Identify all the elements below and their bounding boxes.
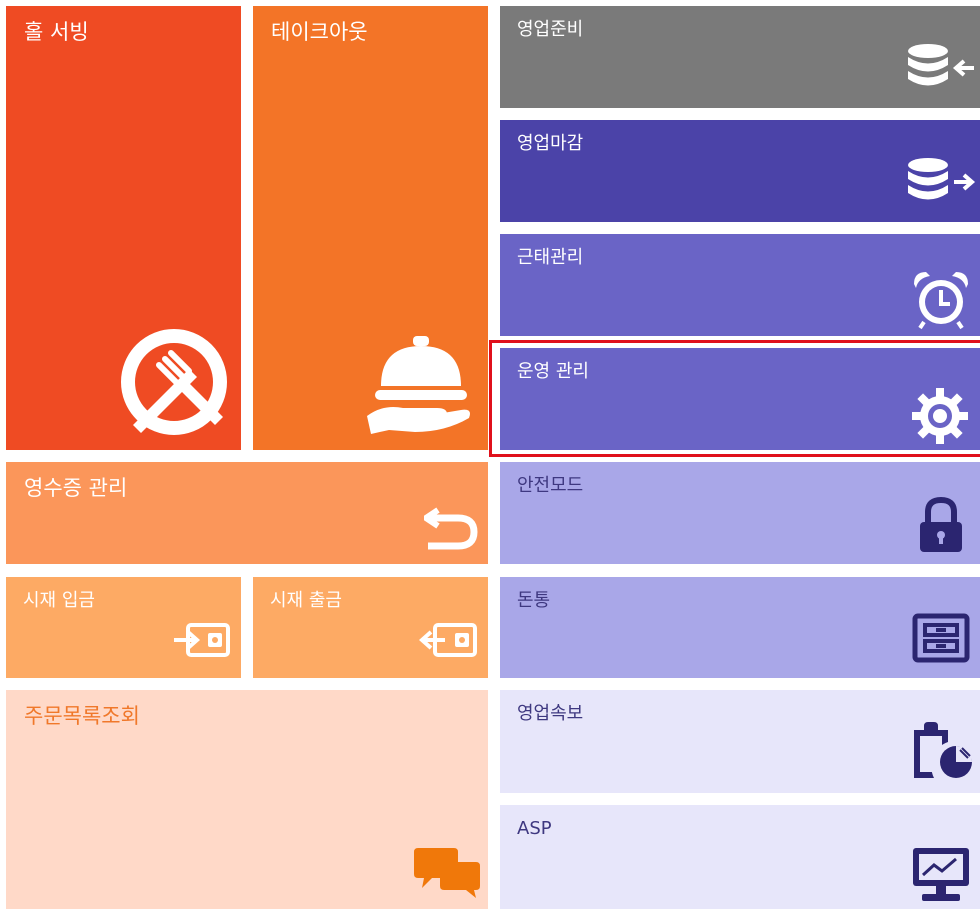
tile-safe-mode[interactable]: 안전모드 — [500, 462, 980, 564]
tile-label: 영업마감 — [517, 133, 584, 154]
tile-operations-management[interactable]: 운영 관리 — [500, 348, 980, 450]
padlock-icon — [920, 496, 962, 552]
tile-label: 운영 관리 — [517, 361, 589, 382]
tile-order-list[interactable]: 주문목록조회 — [6, 690, 488, 909]
database-in-icon — [908, 44, 974, 86]
wallet-in-icon — [174, 623, 230, 657]
tile-label: ASP — [517, 818, 552, 839]
tile-label: 시재 입금 — [23, 590, 95, 611]
tile-business-close[interactable]: 영업마감 — [500, 120, 980, 222]
tile-cash-drawer[interactable]: 돈통 — [500, 577, 980, 678]
alarm-clock-icon — [914, 272, 968, 330]
tile-label: 근태관리 — [517, 247, 584, 268]
chat-bubbles-icon — [414, 848, 480, 898]
tile-label: 영수증 관리 — [24, 476, 128, 500]
monitor-chart-icon — [913, 848, 969, 901]
tile-cash-out[interactable]: 시재 출금 — [253, 577, 488, 678]
tile-business-prep[interactable]: 영업준비 — [500, 6, 980, 108]
tile-label: 안전모드 — [517, 475, 584, 496]
tile-cash-in[interactable]: 시재 입금 — [6, 577, 241, 678]
tile-receipt-management[interactable]: 영수증 관리 — [6, 462, 488, 564]
tile-label: 홀 서빙 — [24, 20, 89, 44]
tile-label: 테이크아웃 — [271, 20, 368, 44]
tile-attendance[interactable]: 근태관리 — [500, 234, 980, 336]
tile-label: 시재 출금 — [270, 590, 342, 611]
wallet-out-icon — [419, 623, 477, 657]
tile-sales-report[interactable]: 영업속보 — [500, 690, 980, 793]
clipboard-pie-icon — [914, 722, 972, 778]
tile-label: 영업준비 — [517, 19, 584, 40]
tile-label: 주문목록조회 — [24, 704, 140, 728]
database-out-icon — [908, 158, 976, 200]
return-arrow-icon — [424, 507, 478, 550]
tile-takeout[interactable]: 테이크아웃 — [253, 6, 488, 450]
tile-asp[interactable]: ASP — [500, 805, 980, 909]
cash-drawer-icon — [912, 613, 970, 663]
serving-cloche-icon — [367, 336, 470, 434]
plate-fork-knife-icon — [121, 329, 227, 435]
tile-label: 돈통 — [517, 590, 551, 611]
tile-hall-serving[interactable]: 홀 서빙 — [6, 6, 241, 450]
tile-label: 영업속보 — [517, 703, 584, 724]
gear-icon — [912, 388, 968, 444]
